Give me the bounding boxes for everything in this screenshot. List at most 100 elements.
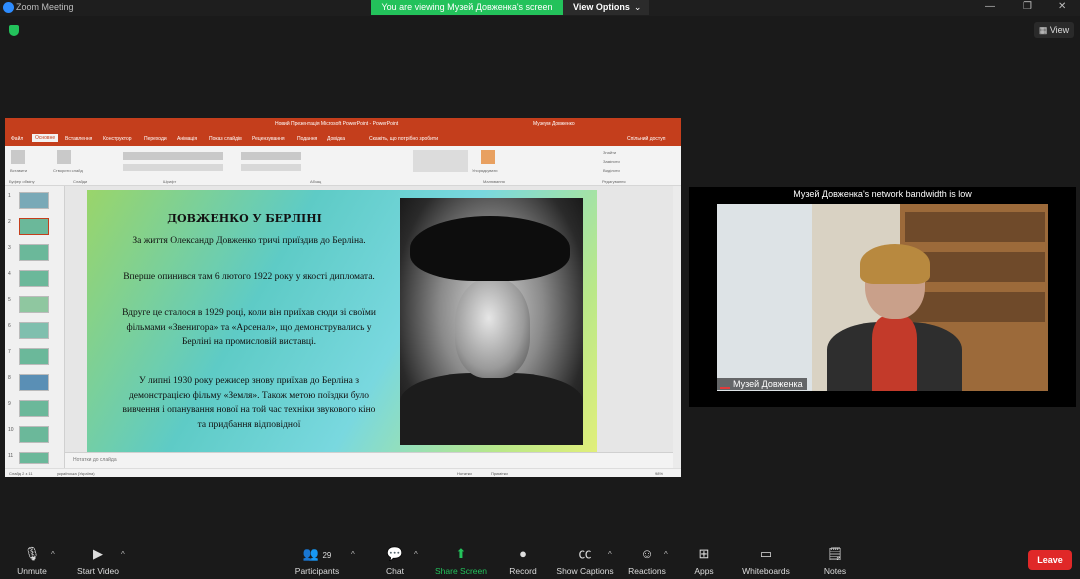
participants-caret[interactable]: ^ [351, 550, 355, 559]
unmute-button[interactable]: 🎙 Unmute [14, 546, 50, 576]
record-label: Record [509, 566, 537, 576]
tab-view[interactable]: Подання [297, 136, 317, 142]
reactions-button[interactable]: ☺ Reactions [626, 546, 668, 576]
group-drawing: Малювання [483, 179, 505, 184]
slide-thumbnail[interactable] [19, 270, 49, 287]
participant-video-panel[interactable]: Музей Довженка's network bandwidth is lo… [689, 187, 1076, 407]
tab-design[interactable]: Конструктор [103, 136, 132, 142]
view-options-label: View Options [573, 2, 630, 12]
tab-animations[interactable]: Анімація [177, 136, 197, 142]
ppt-ribbon: Вставити Створити слайд Упорядкувати Зна… [5, 146, 681, 186]
participant-sweater [872, 316, 917, 391]
video-off-icon: ▶ [93, 546, 103, 561]
tab-slideshow[interactable]: Показ слайдів [209, 136, 242, 142]
slide-thumbnail-selected[interactable] [19, 218, 49, 235]
slide-thumbnail[interactable] [19, 244, 49, 261]
participant-hair [860, 244, 930, 284]
notes-pane[interactable]: Нотатки до слайда [65, 452, 681, 468]
notes-toggle[interactable]: Нотатки [457, 471, 472, 476]
slide-thumbnail[interactable] [19, 452, 49, 464]
apps-button[interactable]: ⊞ Apps [690, 546, 718, 576]
slide-thumbnail[interactable] [19, 296, 49, 313]
comments-toggle[interactable]: Примітки [491, 471, 508, 476]
chat-button[interactable]: 💬 Chat [380, 546, 410, 576]
shelf-row [905, 212, 1045, 242]
portrait-coat [400, 373, 583, 445]
whiteboards-button[interactable]: ▭ Whiteboards [740, 546, 792, 576]
slide-paragraph-1: За життя Олександр Довженко тричі приїзд… [132, 236, 366, 246]
slide-thumbnail[interactable] [19, 192, 49, 209]
vertical-scrollbar[interactable] [673, 186, 681, 468]
paste-icon[interactable] [11, 150, 25, 164]
slide-thumbnail[interactable] [19, 374, 49, 391]
slide-counter: Слайд 2 з 11 [9, 471, 33, 476]
share-link[interactable]: Спільний доступ [627, 136, 665, 142]
leave-button[interactable]: Leave [1028, 550, 1072, 570]
slide-thumbnails-pane[interactable]: 1 2 3 4 5 6 7 8 9 10 11 [5, 186, 65, 468]
shapes-gallery[interactable] [413, 150, 468, 172]
select-button[interactable]: Виділити [603, 168, 620, 173]
group-font: Шрифт [163, 179, 177, 184]
slide-thumbnail[interactable] [19, 322, 49, 339]
minimize-button[interactable]: — [985, 1, 995, 12]
tab-transitions[interactable]: Переходи [144, 136, 167, 142]
font-selector[interactable] [123, 152, 223, 160]
tab-insert[interactable]: Вставлення [65, 136, 92, 142]
current-slide[interactable]: ДОВЖЕНКО У БЕРЛІНІ За життя Олександр До… [87, 190, 597, 452]
thumb-number: 7 [8, 349, 11, 355]
restore-button[interactable]: ❐ [1023, 1, 1032, 12]
slide-thumbnail[interactable] [19, 426, 49, 443]
language-indicator: українська (Україна) [57, 471, 95, 476]
find-button[interactable]: Знайти [603, 150, 616, 155]
chat-label: Chat [386, 566, 404, 576]
chat-caret[interactable]: ^ [414, 550, 418, 559]
video-background-wall [717, 204, 812, 391]
slide-thumbnail[interactable] [19, 348, 49, 365]
tab-home[interactable]: Основне [32, 134, 59, 142]
view-button[interactable]: ▦ View [1034, 22, 1074, 38]
close-button[interactable]: ✕ [1058, 1, 1066, 12]
arrange-label: Упорядкувати [472, 168, 498, 173]
arrange-icon[interactable] [481, 150, 495, 164]
view-options-button[interactable]: View Options ⌄ [563, 0, 649, 15]
participant-video[interactable] [717, 204, 1048, 391]
share-screen-button[interactable]: ⬆ Share Screen [432, 546, 490, 576]
shield-icon[interactable] [9, 25, 19, 36]
ppt-user: Музеум Довженко [533, 121, 575, 127]
record-button[interactable]: ● Record [506, 546, 540, 576]
tab-help[interactable]: Довідка [327, 136, 345, 142]
thumb-number: 8 [8, 375, 11, 381]
zoom-level[interactable]: 98% [655, 471, 663, 476]
font-format-buttons[interactable] [123, 164, 223, 171]
captions-caret[interactable]: ^ [608, 550, 612, 559]
window-title: Zoom Meeting [16, 2, 74, 12]
tab-file[interactable]: Файл [11, 136, 23, 142]
new-slide-icon[interactable] [57, 150, 71, 164]
show-captions-button[interactable]: ㏄ Show Captions [555, 546, 615, 576]
start-video-button[interactable]: ▶ Start Video [74, 546, 122, 576]
bandwidth-warning: Музей Довженка's network bandwidth is lo… [793, 189, 972, 199]
view-button-label: View [1049, 25, 1070, 35]
video-options-caret[interactable]: ^ [121, 550, 125, 559]
replace-button[interactable]: Замінити [603, 159, 620, 164]
paste-label: Вставити [10, 168, 28, 173]
tab-review[interactable]: Рецензування [252, 136, 285, 142]
audio-options-caret[interactable]: ^ [51, 550, 55, 559]
paragraph-buttons[interactable] [241, 152, 301, 160]
chevron-down-icon: ⌄ [633, 2, 642, 12]
title-bar: Zoom Meeting You are viewing Музей Довже… [0, 0, 1080, 16]
share-screen-icon: ⬆ [455, 546, 467, 561]
notes-button[interactable]: 🗒 Notes [820, 546, 850, 576]
participants-button[interactable]: 👥 29 Participants [292, 546, 342, 576]
thumb-number: 11 [8, 453, 14, 459]
apps-label: Apps [694, 566, 714, 576]
participant-name-tag: Музей Довженка [717, 378, 807, 390]
slide-thumbnail[interactable] [19, 400, 49, 417]
tell-me-search[interactable]: Скажіть, що потрібно зробити [369, 136, 438, 142]
align-buttons[interactable] [241, 164, 301, 171]
thumb-number: 3 [8, 245, 11, 251]
unmute-label: Unmute [17, 566, 47, 576]
participant-name: Музей Довженка [733, 379, 803, 389]
shared-screen[interactable]: Новий Презентація Microsoft PowerPoint -… [5, 118, 681, 477]
reactions-caret[interactable]: ^ [664, 550, 668, 559]
